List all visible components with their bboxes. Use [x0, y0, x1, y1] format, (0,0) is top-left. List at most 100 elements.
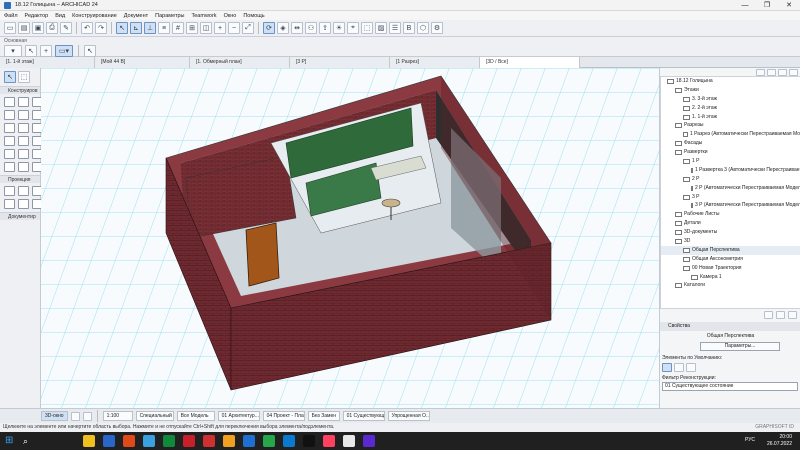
- graphisoft-id-label[interactable]: GRAPHISOFT ID: [755, 423, 794, 432]
- menu-edit[interactable]: Редактор: [25, 13, 49, 19]
- taskbar-app-icon[interactable]: [303, 435, 315, 447]
- taskbar-app-icon[interactable]: [243, 435, 255, 447]
- hatch-icon[interactable]: ▨: [375, 22, 387, 34]
- redo-icon[interactable]: ↷: [95, 22, 107, 34]
- navigator-item[interactable]: Общая Перспектива: [661, 245, 800, 255]
- taskbar-app-icon[interactable]: [203, 435, 215, 447]
- marquee-tool-icon[interactable]: ⬚: [18, 71, 30, 83]
- level-tool-icon[interactable]: [18, 186, 29, 196]
- scale-selector[interactable]: 1:100: [102, 411, 133, 421]
- navigator-item[interactable]: 2 Р (Автоматически Перестраиваемая Модел: [661, 184, 800, 193]
- layout-book-icon[interactable]: [778, 69, 787, 76]
- search-icon[interactable]: ⌕: [23, 435, 35, 447]
- orbit-icon[interactable]: ⟳: [263, 22, 275, 34]
- layer-combination-selector[interactable]: 01 Архитектур...: [217, 411, 260, 421]
- new-file-icon[interactable]: ▭: [4, 22, 16, 34]
- 3d-window-selector[interactable]: 3D-окно: [41, 411, 68, 421]
- navigator-item[interactable]: 2 Р: [661, 175, 800, 184]
- pen-set-selector[interactable]: Специальный: [135, 411, 174, 421]
- new-view-icon[interactable]: [764, 311, 773, 319]
- navigator-item[interactable]: Камера 1: [661, 273, 800, 282]
- taskbar-app-icon[interactable]: [143, 435, 155, 447]
- pencil-icon[interactable]: ✎: [60, 22, 72, 34]
- label-tool-icon[interactable]: [4, 199, 15, 209]
- taskbar-app-icon[interactable]: [163, 435, 175, 447]
- settings-icon[interactable]: ⚙: [431, 22, 443, 34]
- navigator-item[interactable]: 3 Р: [661, 193, 800, 202]
- lamp-tool-icon[interactable]: [4, 162, 15, 172]
- project-map-icon[interactable]: [756, 69, 765, 76]
- pen-set-selector-2[interactable]: 04 Проект - Пла...: [262, 411, 305, 421]
- navigator-item[interactable]: 2. 2-й этаж: [661, 104, 800, 113]
- fit-window-icon[interactable]: ⤢: [242, 22, 254, 34]
- beam-tool-icon[interactable]: [18, 110, 29, 120]
- properties-header[interactable]: Свойства: [660, 322, 800, 331]
- dimension-tool-icon[interactable]: [4, 186, 15, 196]
- zoom-out-icon[interactable]: −: [228, 22, 240, 34]
- taskbar-app-icon[interactable]: [103, 435, 115, 447]
- navigator-item[interactable]: 3D-документы: [661, 228, 800, 237]
- menu-design[interactable]: Конструирование: [72, 13, 117, 19]
- navigator-item[interactable]: 00 Новая Траектория: [661, 264, 800, 273]
- navigator-item[interactable]: Разрезы: [661, 121, 800, 130]
- render-icon[interactable]: ☀: [333, 22, 345, 34]
- taskbar-app-icon[interactable]: [323, 435, 335, 447]
- selection-arrow-icon[interactable]: ↖: [25, 45, 37, 57]
- teamwork-icon[interactable]: ⚇: [305, 22, 317, 34]
- tab-elevation-3r[interactable]: [3 Р]: [290, 57, 390, 68]
- navigator-item[interactable]: Общая Аксонометрия: [661, 255, 800, 264]
- defaults-grid-icon[interactable]: [662, 363, 672, 372]
- tab-section-1[interactable]: [1 Разрез]: [390, 57, 480, 68]
- navigator-item[interactable]: Каталоги: [661, 281, 800, 290]
- section-icon[interactable]: ⌖: [347, 22, 359, 34]
- wall-tool-icon[interactable]: [4, 97, 15, 107]
- system-clock[interactable]: 20:00 26.07.2022: [767, 434, 792, 448]
- selection-method-dropdown[interactable]: ▭▾: [55, 45, 73, 57]
- model-view-selector[interactable]: Все Модель: [176, 411, 215, 421]
- structural-display-selector[interactable]: Упрощенная О...: [387, 411, 430, 421]
- tab-my-44v[interactable]: [Мой 44 В]: [95, 57, 190, 68]
- menu-document[interactable]: Документ: [124, 13, 148, 19]
- view-map-icon[interactable]: [767, 69, 776, 76]
- curtain-wall-tool-icon[interactable]: [4, 136, 15, 146]
- mesh-tool-icon[interactable]: [4, 149, 15, 159]
- arrow-select-icon[interactable]: ↖: [116, 22, 128, 34]
- suspend-groups-icon[interactable]: ⊞: [186, 22, 198, 34]
- taskbar-app-icon[interactable]: [83, 435, 95, 447]
- taskbar-app-icon[interactable]: [363, 435, 375, 447]
- renovation-filter-select[interactable]: 01 Существующее состояние: [662, 382, 798, 391]
- windows-start-icon[interactable]: ⊞: [5, 435, 17, 447]
- navigator-item[interactable]: 3. 3-й этаж: [661, 95, 800, 104]
- navigator-item[interactable]: 3 Р (Автоматически Перестраиваемая Модел: [661, 201, 800, 210]
- print-icon[interactable]: ⎙: [46, 22, 58, 34]
- delete-view-icon[interactable]: [776, 311, 785, 319]
- view-settings-icon[interactable]: [788, 311, 797, 319]
- grid-snap-icon[interactable]: #: [172, 22, 184, 34]
- navigator-item[interactable]: 1 Р: [661, 157, 800, 166]
- snap-guide-icon[interactable]: ⊾: [130, 22, 142, 34]
- taskbar-app-icon[interactable]: [263, 435, 275, 447]
- bim-icon[interactable]: B: [403, 22, 415, 34]
- defaults-settings-icon[interactable]: [686, 363, 696, 372]
- graphic-override-selector[interactable]: Без Замен: [307, 411, 340, 421]
- taskbar-app-icon[interactable]: [283, 435, 295, 447]
- arrow-menu-icon[interactable]: ↖: [84, 45, 96, 57]
- palette-section-projection[interactable]: Проекция: [0, 175, 40, 183]
- minimize-button[interactable]: —: [734, 0, 756, 11]
- taskbar-app-icon[interactable]: [123, 435, 135, 447]
- navigator-item[interactable]: Развертки: [661, 148, 800, 157]
- menu-window[interactable]: Окно: [224, 13, 237, 19]
- taskbar-app-icon[interactable]: [343, 435, 355, 447]
- language-indicator[interactable]: РУС: [745, 437, 755, 443]
- publisher-icon[interactable]: [789, 69, 798, 76]
- parameters-button[interactable]: Параметры...: [700, 342, 780, 351]
- navigator-item[interactable]: Этажи: [661, 86, 800, 95]
- gravity-icon[interactable]: ⊥: [144, 22, 156, 34]
- zoom-in-icon[interactable]: +: [214, 22, 226, 34]
- fill-tool-icon[interactable]: [18, 199, 29, 209]
- navigator-item[interactable]: 1. 1-й этаж: [661, 113, 800, 122]
- 3d-view-icon[interactable]: ◈: [277, 22, 289, 34]
- palette-section-design[interactable]: Конструиров: [0, 86, 40, 94]
- measure-icon[interactable]: ⇹: [291, 22, 303, 34]
- publish-icon[interactable]: ⇪: [319, 22, 331, 34]
